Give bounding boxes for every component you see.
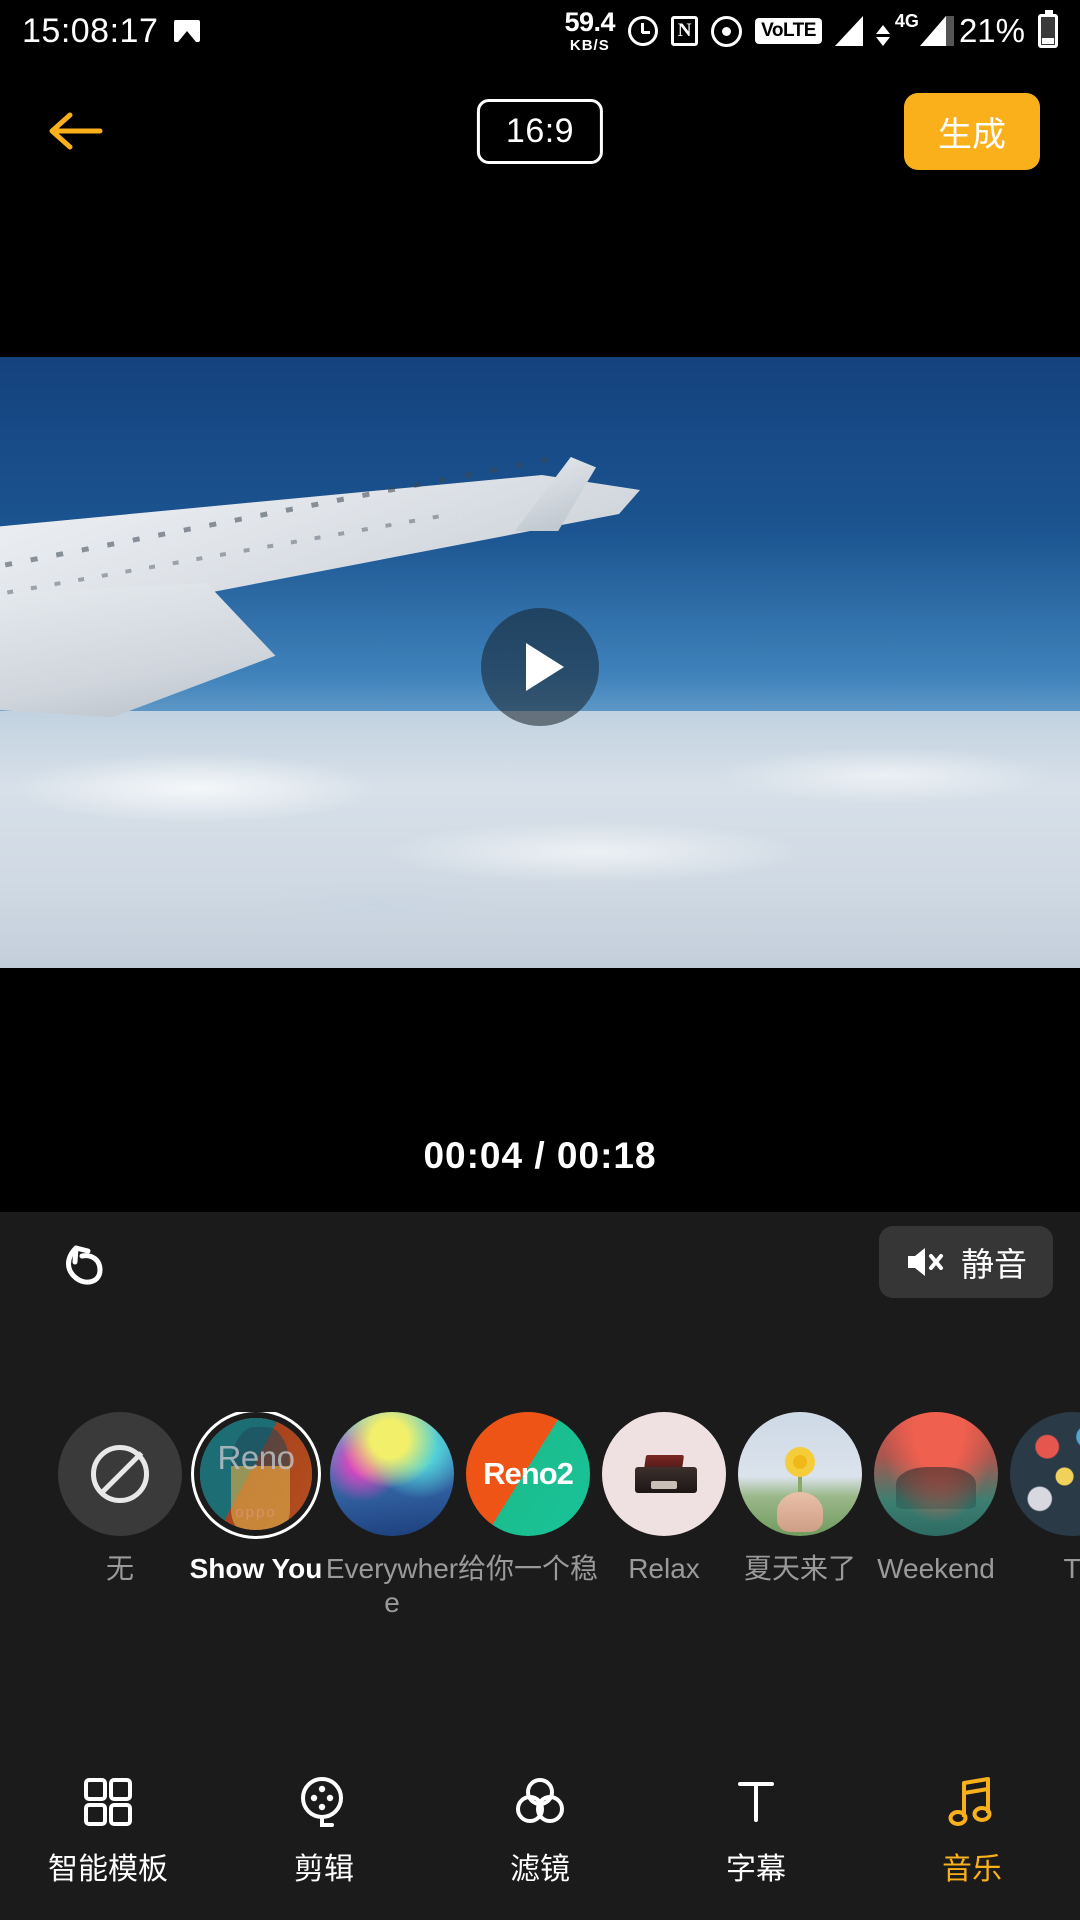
music-item-label: Relax [628,1553,700,1584]
data-arrows-icon [875,25,890,46]
music-thumbnail [1010,1412,1080,1536]
bottom-navigation: 智能模板 剪辑 滤镜 字幕 音乐 [0,1760,1080,1920]
music-thumbnail [738,1412,862,1536]
music-item-everywhere[interactable]: Everywhere [324,1412,460,1620]
music-item-show-you[interactable]: Reno oppo Show You [188,1412,324,1586]
album-art-text: Reno2 [483,1456,574,1491]
music-item-partial[interactable]: T [1004,1412,1080,1586]
music-thumbnail: Reno2 [466,1412,590,1536]
mobile-data-indicator: 4G [875,11,954,46]
play-button[interactable] [481,608,599,726]
alarm-icon [628,16,659,46]
album-art-brand: oppo [235,1504,277,1521]
network-speed-value: 59.4 [564,7,616,37]
album-art-text: Reno [217,1439,295,1477]
music-item-reno2[interactable]: Reno2 给你一个稳 [457,1412,598,1586]
generate-button[interactable]: 生成 [904,92,1040,170]
nav-item-label: 智能模板 [48,1853,168,1886]
network-speed-indicator: 59.4 KB/S [564,7,616,54]
music-note-icon [946,1774,998,1830]
nav-item-label: 字幕 [726,1853,786,1886]
network-speed-unit: KB/S [569,37,610,54]
network-type-label: 4G [894,11,919,31]
undo-icon [66,1245,103,1285]
panel-toolbar: 静音 [0,1212,1080,1320]
music-thumbnail [58,1412,182,1536]
music-item-label: T [1063,1553,1080,1584]
speaker-mute-icon [908,1248,943,1276]
status-bar: 15:08:17 59.4 KB/S N VoLTE 4G 21% [0,0,1080,62]
music-item-label: 夏天来了 [743,1553,856,1584]
music-item-label: Weekend [877,1553,995,1584]
cast-icon [711,15,743,47]
nfc-icon: N [671,16,699,46]
aspect-ratio-badge[interactable]: 16:9 [476,98,604,164]
nav-item-label: 滤镜 [510,1853,570,1886]
nav-item-label: 音乐 [942,1853,1002,1886]
back-button[interactable] [40,95,112,167]
music-thumbnail: Reno oppo [200,1418,312,1530]
music-item-weekend[interactable]: Weekend [868,1412,1004,1586]
mute-label: 静音 [961,1246,1027,1283]
arrow-left-icon [49,112,103,150]
music-thumbnail [330,1412,454,1536]
music-item-relax[interactable]: Relax [596,1412,732,1586]
music-carousel[interactable]: 无 Reno oppo Show You Everywhere Reno2 给你… [0,1412,1080,1632]
undo-button[interactable] [50,1230,124,1304]
text-t-icon [730,1774,782,1830]
radio-art-icon [631,1455,697,1493]
battery-percent: 21% [958,12,1025,49]
video-editor-screen: 15:08:17 59.4 KB/S N VoLTE 4G 21% 16:9 生… [0,0,1080,1920]
playback-timestamp: 00:04 / 00:18 [423,1135,657,1176]
nav-item-smart-template[interactable]: 智能模板 [0,1760,216,1888]
nav-item-label: 剪辑 [294,1853,354,1886]
filter-circles-icon [513,1774,567,1830]
music-thumbnail [874,1412,998,1536]
status-bar-left: 15:08:17 [22,11,201,51]
music-thumbnail [602,1412,726,1536]
signal-bars-secondary-icon [919,16,954,46]
signal-bars-icon [834,16,863,46]
volte-icon: VoLTE [755,18,822,44]
music-item-summer[interactable]: 夏天来了 [732,1412,868,1586]
music-item-none[interactable]: 无 [52,1412,188,1586]
music-item-label: 给你一个稳 [457,1553,598,1584]
grid-icon [82,1774,134,1830]
status-time: 15:08:17 [22,11,159,50]
battery-icon [1038,10,1058,48]
nav-item-filter[interactable]: 滤镜 [432,1760,648,1888]
music-item-label: Everywhere [325,1553,459,1619]
mute-button[interactable]: 静音 [879,1226,1053,1298]
music-item-label: 无 [105,1553,134,1584]
status-bar-right: 59.4 KB/S N VoLTE 4G 21% [565,9,1058,53]
cloud-layer [0,711,1080,968]
music-item-label: Show You [189,1553,323,1584]
photo-icon [174,20,201,42]
no-music-icon [91,1445,149,1503]
nav-item-music[interactable]: 音乐 [864,1760,1080,1888]
top-toolbar: 16:9 生成 [0,86,1080,176]
film-reel-icon [297,1774,351,1830]
nav-item-edit[interactable]: 剪辑 [216,1760,432,1888]
nav-item-subtitle[interactable]: 字幕 [648,1760,864,1888]
play-icon [526,643,564,691]
